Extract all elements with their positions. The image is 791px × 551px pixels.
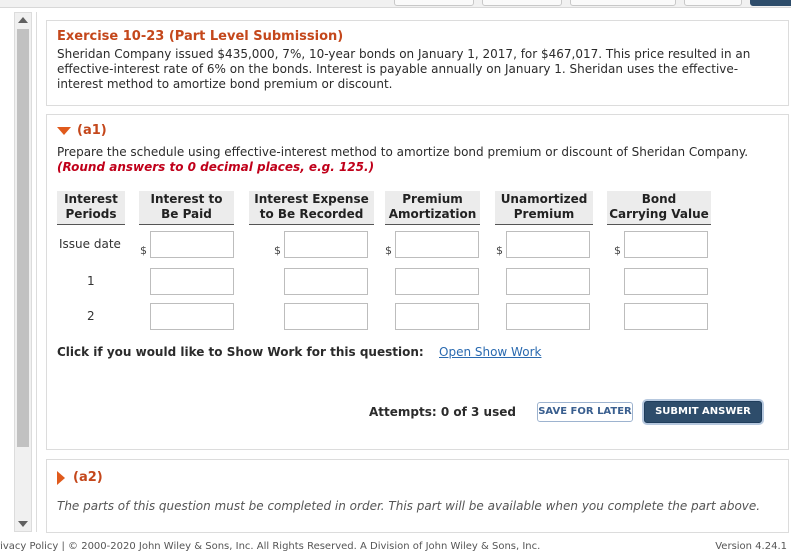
input-issue-unamortized-premium[interactable] [506, 231, 590, 258]
input-p1-premium-amortization[interactable] [395, 268, 479, 295]
row-label-issue-date: Issue date [59, 237, 121, 251]
gutter-divider [36, 12, 37, 532]
show-work-prompt: Click if you would like to Show Work for… [57, 345, 424, 359]
dollar-sign: $ [140, 244, 147, 257]
header-line: to Be Recorded [259, 207, 364, 221]
part-a2-panel: (a2) The parts of this question must be … [46, 459, 789, 533]
input-p2-carrying-value[interactable] [624, 303, 708, 330]
exercise-panel: Exercise 10-23 (Part Level Submission) S… [46, 20, 789, 106]
header-line: Amortization [388, 207, 477, 221]
part-a2-locked-message: The parts of this question must be compl… [57, 499, 761, 513]
part-a1-header[interactable]: (a1) [57, 123, 778, 138]
top-toolbar [0, 0, 791, 8]
input-issue-premium-amortization[interactable] [395, 231, 479, 258]
footer-copyright: rivacy Policy | © 2000-2020 John Wiley &… [0, 541, 541, 551]
dollar-sign: $ [496, 244, 503, 257]
submit-answer-button[interactable]: SUBMIT ANSWER [644, 401, 762, 423]
column-header-premium-amortization: Premium Amortization [385, 191, 480, 225]
input-issue-interest-expense[interactable] [284, 231, 368, 258]
header-line: Be Paid [161, 207, 212, 221]
part-a2-label: (a2) [73, 470, 103, 485]
expand-triangle-icon[interactable] [57, 470, 65, 485]
header-line: Interest to [150, 192, 223, 206]
input-p1-interest-paid[interactable] [150, 268, 234, 295]
scrollbar-thumb[interactable] [17, 29, 29, 447]
header-line: Premium [402, 192, 463, 206]
input-p2-interest-expense[interactable] [284, 303, 368, 330]
toolbar-button-5[interactable] [750, 0, 791, 6]
scroll-down-arrow-icon[interactable] [18, 521, 28, 527]
header-line: Premium [513, 207, 575, 221]
part-a1-label: (a1) [77, 123, 107, 138]
part-a2-header[interactable]: (a2) [57, 470, 778, 485]
header-line: Carrying Value [609, 207, 709, 221]
input-p2-unamortized-premium[interactable] [506, 303, 590, 330]
rounding-note: (Round answers to 0 decimal places, e.g.… [57, 160, 375, 174]
open-show-work-link[interactable]: Open Show Work [439, 345, 541, 359]
save-for-later-button[interactable]: SAVE FOR LATER [537, 402, 633, 422]
collapse-triangle-icon[interactable] [57, 126, 71, 135]
header-line: Bond [641, 192, 677, 206]
input-p2-interest-paid[interactable] [150, 303, 234, 330]
input-issue-interest-paid[interactable] [150, 231, 234, 258]
input-p2-premium-amortization[interactable] [395, 303, 479, 330]
vertical-scrollbar[interactable] [14, 12, 32, 532]
toolbar-button-1[interactable] [394, 0, 474, 6]
dollar-sign: $ [385, 244, 392, 257]
toolbar-button-2[interactable] [482, 0, 562, 6]
column-header-interest-periods: Interest Periods [57, 191, 125, 225]
column-header-interest-expense: Interest Expense to Be Recorded [249, 191, 374, 225]
toolbar-button-3[interactable] [570, 0, 676, 6]
column-header-unamortized-premium: Unamortized Premium [495, 191, 593, 225]
header-line: Unamortized [500, 192, 588, 206]
input-issue-carrying-value[interactable] [624, 231, 708, 258]
footer-version: Version 4.24.1 [715, 541, 787, 551]
column-header-interest-to-be-paid: Interest to Be Paid [139, 191, 234, 225]
input-p1-unamortized-premium[interactable] [506, 268, 590, 295]
input-p1-carrying-value[interactable] [624, 268, 708, 295]
scroll-up-arrow-icon[interactable] [18, 17, 28, 23]
row-label-period-1: 1 [87, 274, 95, 288]
header-line: Periods [65, 207, 117, 221]
part-a1-instruction: Prepare the schedule using effective-int… [57, 145, 749, 159]
row-label-period-2: 2 [87, 309, 95, 323]
footer: rivacy Policy | © 2000-2020 John Wiley &… [0, 541, 791, 551]
part-a1-panel: (a1) Prepare the schedule using effectiv… [46, 114, 789, 450]
input-p1-interest-expense[interactable] [284, 268, 368, 295]
attempts-counter: Attempts: 0 of 3 used [369, 405, 516, 419]
header-line: Interest Expense [254, 192, 369, 206]
exercise-title: Exercise 10-23 (Part Level Submission) [57, 29, 344, 44]
exercise-description: Sheridan Company issued $435,000, 7%, 10… [57, 47, 751, 91]
header-line: Interest [64, 192, 118, 206]
dollar-sign: $ [274, 244, 281, 257]
dollar-sign: $ [614, 244, 621, 257]
column-header-bond-carrying-value: Bond Carrying Value [607, 191, 711, 225]
toolbar-button-4[interactable] [684, 0, 742, 6]
